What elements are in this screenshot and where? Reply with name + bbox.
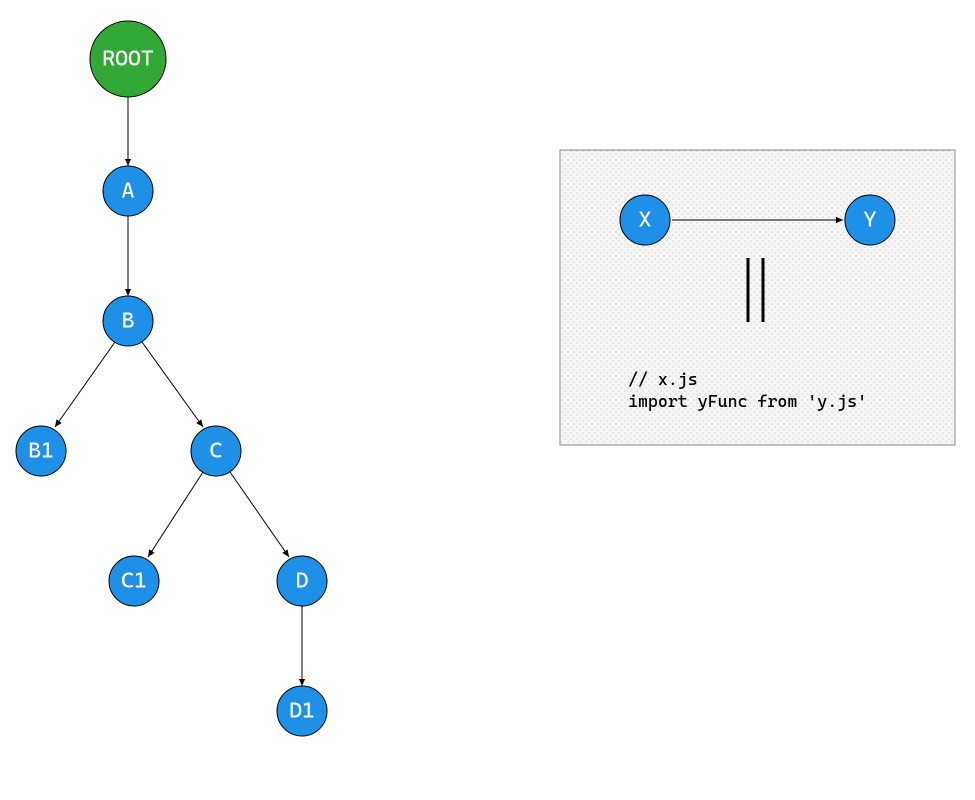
node-c: C — [191, 426, 241, 476]
node-c1: C1 — [109, 556, 159, 606]
node-b: B — [103, 296, 153, 346]
legend-panel: X Y // x.jsimport yFunc from 'y.js' — [560, 150, 955, 445]
legend-node-x: X — [620, 195, 670, 245]
node-a-label: A — [122, 179, 135, 204]
edge-b-c — [142, 342, 203, 427]
edge-c-c1 — [148, 472, 203, 557]
edge-b-b1 — [55, 342, 115, 427]
node-d1: D1 — [277, 686, 327, 736]
node-root: ROOT — [90, 21, 166, 97]
node-b1: B1 — [16, 426, 66, 476]
legend-node-y: Y — [845, 195, 895, 245]
node-c-label: C — [210, 439, 223, 464]
node-b1-label: B1 — [28, 439, 54, 464]
legend-node-y-label: Y — [864, 208, 877, 233]
node-root-label: ROOT — [102, 47, 154, 72]
node-c1-label: C1 — [121, 569, 147, 594]
legend-node-x-label: X — [639, 208, 652, 233]
tree-edges — [55, 97, 302, 686]
tree: ROOT A B B1 C C1 D — [16, 21, 327, 736]
node-a: A — [103, 166, 153, 216]
node-d1-label: D1 — [289, 699, 315, 724]
edge-c-d — [230, 472, 289, 557]
node-d: D — [277, 556, 327, 606]
node-d-label: D — [296, 569, 309, 594]
node-b-label: B — [122, 309, 135, 334]
dependency-diagram: ROOT A B B1 C C1 D — [0, 0, 975, 800]
